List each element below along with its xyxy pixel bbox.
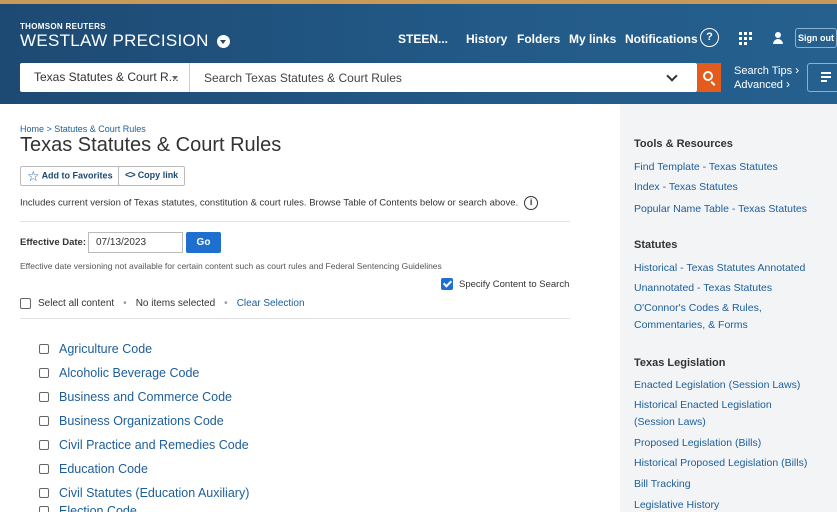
effective-date-note: Effective date versioning not available …	[20, 261, 442, 271]
code-checkbox[interactable]	[39, 344, 49, 354]
sign-out-button[interactable]: Sign out	[795, 28, 837, 48]
sidebar-link[interactable]: Historical - Texas Statutes Annotated	[634, 260, 805, 277]
divider	[20, 318, 570, 319]
list-menu-icon[interactable]	[807, 63, 837, 92]
separator-dot: •	[123, 298, 127, 309]
apps-grid-icon[interactable]	[739, 32, 753, 45]
content-description: Includes current version of Texas statut…	[20, 196, 539, 210]
clear-selection-link[interactable]: Clear Selection	[237, 298, 305, 309]
effective-date-input[interactable]: 07/13/2023	[88, 232, 183, 253]
app-header: THOMSON REUTERS WESTLAW PRECISION STEEN.…	[0, 0, 837, 104]
code-checkbox[interactable]	[39, 506, 49, 512]
sidebar-link[interactable]: Commentaries, & Forms	[634, 317, 748, 334]
code-checkbox[interactable]	[39, 488, 49, 498]
sidebar-link[interactable]: Unannotated - Texas Statutes	[634, 280, 772, 297]
list-item[interactable]: Education Code	[39, 462, 148, 476]
code-checkbox[interactable]	[39, 368, 49, 378]
sidebar-link[interactable]: Historical Enacted Legislation	[634, 397, 772, 414]
sidebar-link[interactable]: Historical Proposed Legislation (Bills)	[634, 455, 807, 472]
search-bar: Texas Statutes & Court R...	[20, 63, 697, 92]
user-icon[interactable]	[772, 31, 784, 45]
caret-down-icon	[172, 76, 178, 80]
list-item[interactable]: Business Organizations Code	[39, 414, 224, 428]
nav-notifications[interactable]: Notifications	[625, 32, 698, 46]
search-button[interactable]	[697, 63, 721, 92]
code-checkbox[interactable]	[39, 464, 49, 474]
jurisdiction-value: Texas Statutes & Court R...	[34, 70, 179, 84]
search-tips-link[interactable]: Search Tips ›	[734, 64, 799, 78]
star-icon: ☆	[27, 168, 40, 184]
copy-link-button[interactable]: <> Copy link	[118, 166, 186, 186]
sidebar-heading-tools: Tools & Resources	[634, 138, 733, 150]
sidebar-link[interactable]: Popular Name Table - Texas Statutes	[634, 201, 807, 218]
search-icon	[703, 71, 713, 81]
help-icon[interactable]: ?	[700, 28, 719, 47]
separator-dot: •	[224, 298, 228, 309]
code-checkbox[interactable]	[39, 440, 49, 450]
sidebar-link[interactable]: Find Template - Texas Statutes	[634, 159, 778, 176]
search-tips-links: Search Tips › Advanced ›	[734, 64, 799, 92]
list-item[interactable]: Alcoholic Beverage Code	[39, 366, 199, 380]
add-to-favorites-button[interactable]: ☆ Add to Favorites	[20, 166, 120, 186]
code-checkbox[interactable]	[39, 392, 49, 402]
list-item[interactable]: Business and Commerce Code	[39, 390, 232, 404]
code-checkbox[interactable]	[39, 416, 49, 426]
page-title: Texas Statutes & Court Rules	[20, 134, 282, 156]
divider	[20, 221, 570, 222]
sidebar-link[interactable]: Proposed Legislation (Bills)	[634, 435, 761, 452]
sidebar-link[interactable]: Enacted Legislation (Session Laws)	[634, 377, 800, 394]
list-item[interactable]: Election Code	[39, 504, 137, 512]
advanced-search-link[interactable]: Advanced ›	[734, 78, 799, 92]
select-all-checkbox[interactable]	[20, 298, 31, 309]
list-item[interactable]: Civil Statutes (Education Auxiliary)	[39, 486, 249, 500]
client-id-menu[interactable]: STEEN...	[398, 32, 448, 46]
sidebar-link[interactable]: O'Connor's Codes & Rules,	[634, 300, 762, 317]
nav-history[interactable]: History	[466, 32, 507, 46]
sidebar-link[interactable]: Index - Texas Statutes	[634, 179, 738, 196]
tools-resources-sidebar: Tools & Resources Find Template - Texas …	[620, 104, 837, 512]
nav-my-links[interactable]: My links	[569, 32, 616, 46]
effective-date-label: Effective Date:	[20, 237, 86, 248]
selection-toolbar: Select all content • No items selected •…	[20, 298, 305, 309]
sidebar-link[interactable]: Bill Tracking	[634, 476, 691, 493]
checkbox-checked-icon[interactable]	[441, 278, 453, 290]
info-icon[interactable]: i	[524, 196, 539, 210]
list-item[interactable]: Agriculture Code	[39, 342, 152, 356]
breadcrumb[interactable]: Home > Statutes & Court Rules	[20, 124, 146, 134]
search-input[interactable]	[192, 63, 652, 92]
link-icon: <>	[125, 170, 136, 181]
nav-folders[interactable]: Folders	[517, 32, 560, 46]
specify-content-checkbox[interactable]: Specify Content to Search	[441, 278, 569, 290]
chevron-down-icon[interactable]	[666, 70, 678, 82]
go-button[interactable]: Go	[186, 232, 221, 253]
header-accent-stripe	[0, 0, 837, 4]
sidebar-heading-statutes: Statutes	[634, 239, 678, 251]
list-item[interactable]: Civil Practice and Remedies Code	[39, 438, 249, 452]
select-all-label[interactable]: Select all content	[38, 298, 114, 309]
sidebar-link[interactable]: Legislative History	[634, 497, 719, 512]
sidebar-link[interactable]: (Session Laws)	[634, 414, 706, 431]
sidebar-heading-legislation: Texas Legislation	[634, 357, 726, 369]
jurisdiction-select[interactable]: Texas Statutes & Court R...	[20, 63, 190, 92]
selection-count: No items selected	[135, 298, 216, 309]
